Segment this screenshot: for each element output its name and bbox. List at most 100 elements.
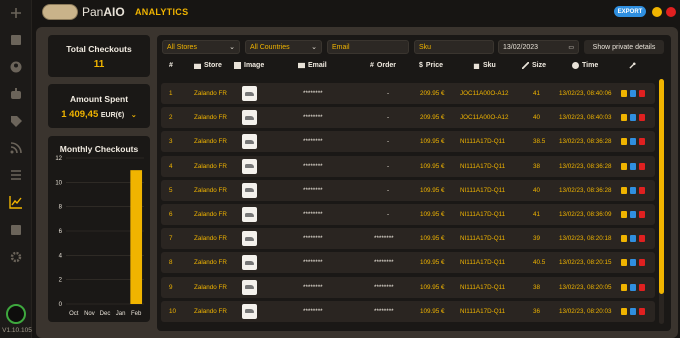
row-actions xyxy=(621,252,645,273)
trash-icon[interactable] xyxy=(639,138,645,146)
tag-icon[interactable] xyxy=(8,113,24,129)
version-label: V1.10.105 xyxy=(2,327,32,334)
product-image[interactable] xyxy=(242,156,257,177)
cell-order: ******** xyxy=(374,235,394,243)
currency-select[interactable]: EUR(€) xyxy=(101,112,124,119)
cart-icon[interactable] xyxy=(621,114,627,122)
scroll-thumb[interactable] xyxy=(659,79,664,294)
product-image[interactable] xyxy=(242,131,257,152)
cell-order: ******** xyxy=(374,307,394,315)
table-row[interactable]: 6 Zalando FR ******** - 109.95 € NI111A17D-Q1… xyxy=(161,204,655,225)
export-button[interactable]: EXPORT xyxy=(614,6,646,17)
expand-icon[interactable] xyxy=(630,307,636,315)
product-image[interactable] xyxy=(242,107,257,128)
app-window: V1.10.105 PanAIO ANALYTICS EXPORT Total … xyxy=(0,0,680,338)
table-row[interactable]: 2 Zalando FR ******** - 209.95 € JOC11A00O-A1… xyxy=(161,107,655,129)
bar-feb[interactable] xyxy=(130,170,143,304)
cart-icon[interactable] xyxy=(621,283,627,291)
cell-email: ******** xyxy=(303,162,323,170)
cell-time: 13/02/23, 08:36:28 xyxy=(559,186,612,194)
expand-icon[interactable] xyxy=(630,138,636,146)
minimize-button[interactable] xyxy=(652,7,662,17)
cell-order: ******** xyxy=(374,259,394,267)
cell-time: 13/02/23, 08:20:03 xyxy=(559,307,612,315)
product-image[interactable] xyxy=(242,204,257,225)
country-filter[interactable]: All Countries ⌄ xyxy=(245,40,322,54)
cart-icon[interactable] xyxy=(621,211,627,218)
cell-sku: NI111A17D-Q11 xyxy=(460,283,506,291)
cart-icon[interactable] xyxy=(621,138,627,146)
product-image[interactable] xyxy=(242,180,257,201)
cell-size: 41 xyxy=(533,90,541,97)
trash-icon[interactable] xyxy=(639,211,645,218)
trash-icon[interactable] xyxy=(639,235,645,243)
chevron-down-icon: ⌄ xyxy=(311,44,317,51)
product-image[interactable] xyxy=(242,301,257,322)
expand-icon[interactable] xyxy=(630,283,636,291)
cart-icon[interactable] xyxy=(621,235,627,243)
date-filter[interactable]: 13/02/2023 ▭ xyxy=(498,40,579,54)
email-filter[interactable]: Email xyxy=(327,40,409,54)
show-private-details-button[interactable]: Show private details xyxy=(584,40,664,54)
expand-icon[interactable] xyxy=(630,211,636,218)
expand-icon[interactable] xyxy=(630,259,636,267)
brand-name: PanAIO xyxy=(82,5,125,19)
cart-icon[interactable] xyxy=(621,90,627,97)
cart-icon[interactable] xyxy=(621,259,627,267)
cart-icon[interactable] xyxy=(621,307,627,315)
trash-icon[interactable] xyxy=(639,186,645,194)
product-image[interactable] xyxy=(242,252,257,273)
trash-icon[interactable] xyxy=(639,307,645,315)
table-row[interactable]: 10 Zalando FR ******** ******** 109.95 € NI11… xyxy=(161,300,655,322)
expand-icon[interactable] xyxy=(630,114,636,122)
table-row[interactable]: 4 Zalando FR ******** - 109.95 € NI111A17D-Q1… xyxy=(161,155,655,177)
trash-icon[interactable] xyxy=(639,90,645,97)
expand-icon[interactable] xyxy=(630,162,636,170)
table-scrollbar[interactable] xyxy=(659,79,664,324)
cart-icon[interactable] xyxy=(621,186,627,194)
product-image[interactable] xyxy=(242,277,257,298)
cell-sku: JOC11A00O-A12 xyxy=(460,90,509,97)
cell-size: 40.5 xyxy=(533,259,546,267)
table-row[interactable]: 3 Zalando FR ******** - 109.95 € NI111A17D-Q1… xyxy=(161,131,655,153)
list-icon[interactable] xyxy=(8,167,24,183)
product-image[interactable] xyxy=(242,83,257,104)
table-row[interactable]: 8 Zalando FR ******** ******** 109.95 € NI111… xyxy=(161,252,655,274)
close-button[interactable] xyxy=(666,7,676,17)
trash-icon[interactable] xyxy=(639,162,645,170)
image-icon[interactable] xyxy=(8,222,24,238)
cell-price: 209.95 € xyxy=(420,114,445,122)
chevron-down-icon[interactable]: ⌄ xyxy=(131,112,137,119)
amount-spent-label: Amount Spent xyxy=(69,94,129,104)
cell-num: 3 xyxy=(169,138,173,146)
table-row[interactable]: 1 Zalando FR ******** - 209.95 € JOC11A00O-A1… xyxy=(161,83,655,104)
trash-icon[interactable] xyxy=(639,283,645,291)
cell-num: 10 xyxy=(169,307,177,315)
store-filter[interactable]: All Stores ⌄ xyxy=(162,40,240,54)
cell-store: Zalando FR xyxy=(194,138,227,146)
trash-icon[interactable] xyxy=(639,114,645,122)
rss-icon[interactable] xyxy=(8,140,24,156)
y-tick-label: 0 xyxy=(59,302,63,308)
user-icon[interactable] xyxy=(8,59,24,75)
cell-order: - xyxy=(387,211,390,218)
cart-icon[interactable] xyxy=(621,162,627,170)
amount-spent-value: 1 409,45 EUR(€) ⌄ xyxy=(61,109,137,120)
trash-icon[interactable] xyxy=(639,259,645,267)
cell-time: 13/02/23, 08:36:09 xyxy=(559,211,612,218)
row-actions xyxy=(621,180,645,201)
table-row[interactable]: 5 Zalando FR ******** - 109.95 € NI111A17D-Q1… xyxy=(161,179,655,201)
analytics-icon[interactable] xyxy=(8,194,24,210)
table-row[interactable]: 7 Zalando FR ******** ******** 109.95 € NI111… xyxy=(161,228,655,250)
expand-icon[interactable] xyxy=(630,186,636,194)
sku-filter[interactable]: Sku xyxy=(414,40,494,54)
product-image[interactable] xyxy=(242,228,257,249)
box-icon[interactable] xyxy=(8,32,24,48)
robot-icon[interactable] xyxy=(8,86,24,102)
plus-icon[interactable] xyxy=(8,5,24,21)
settings-icon[interactable] xyxy=(8,249,24,265)
expand-icon[interactable] xyxy=(630,90,636,97)
table-row[interactable]: 9 Zalando FR ******** ******** 109.95 € NI111… xyxy=(161,276,655,298)
expand-icon[interactable] xyxy=(630,235,636,243)
cell-email: ******** xyxy=(303,259,323,267)
